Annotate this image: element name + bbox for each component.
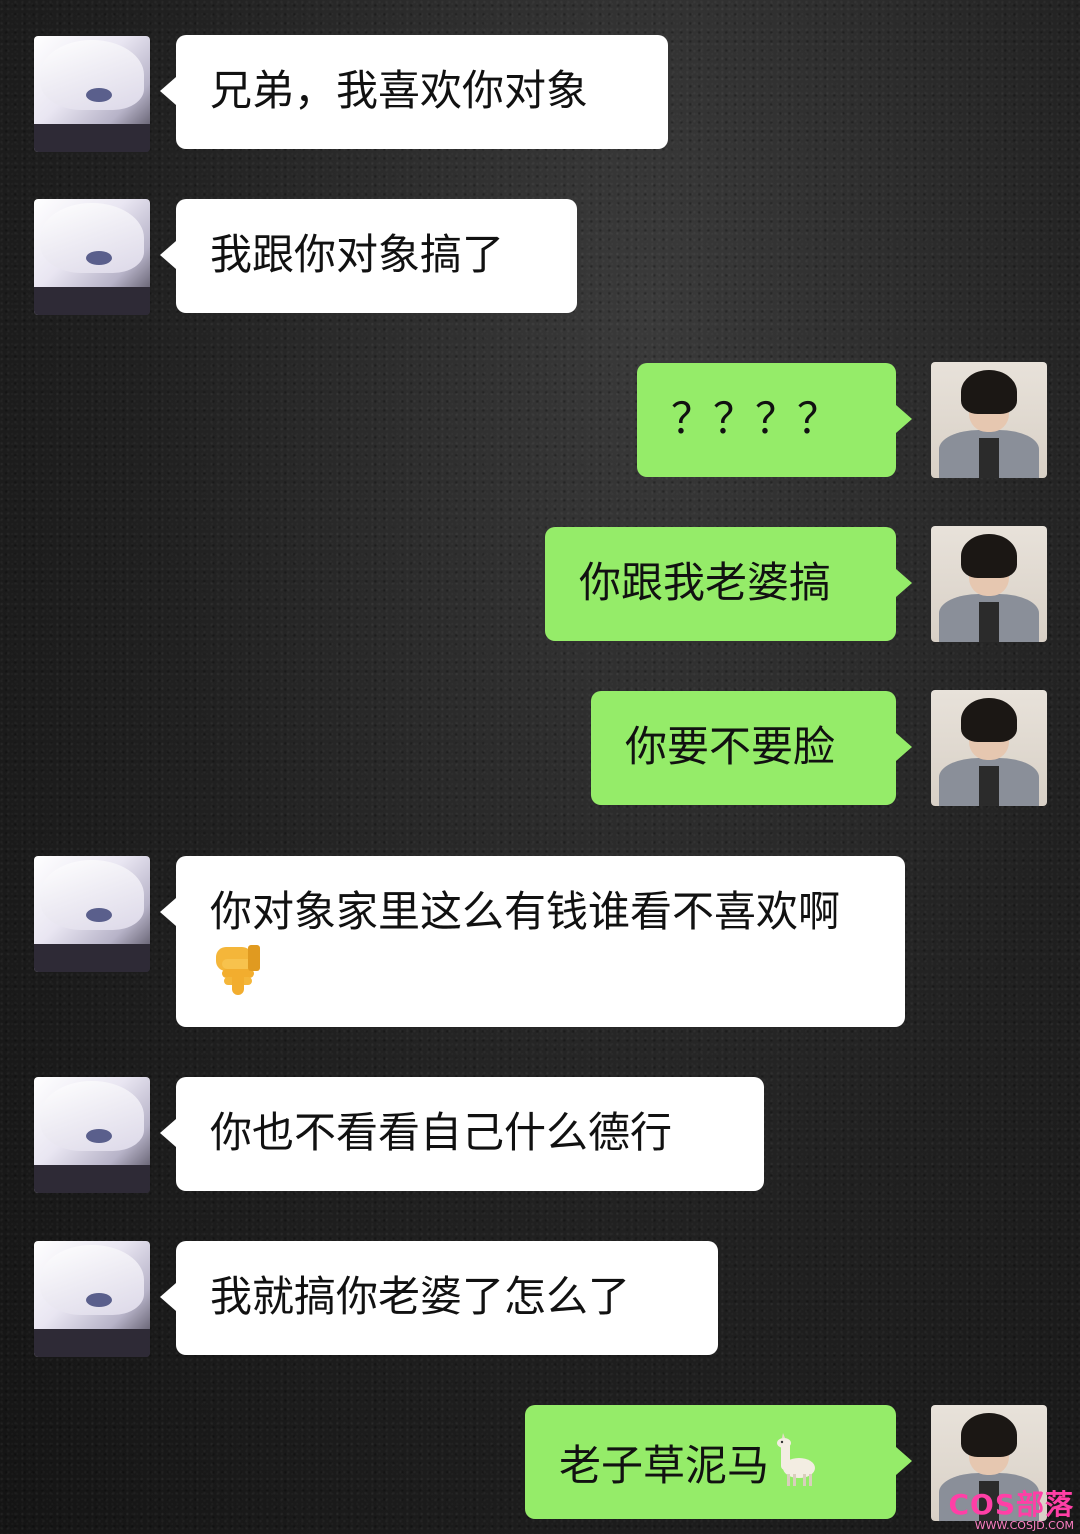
message-text: 我就搞你老婆了怎么了	[210, 1272, 631, 1321]
avatar-eye	[86, 251, 112, 265]
message-text: 兄弟，我喜欢你对象	[210, 66, 589, 115]
message-text: 你对象家里这么有钱谁看不喜欢啊	[210, 887, 841, 936]
avatar-eye	[86, 1293, 112, 1307]
message-bubble-outgoing[interactable]: 你要不要脸	[591, 691, 912, 805]
avatar-collar	[34, 1165, 150, 1193]
avatar-eye	[86, 88, 112, 102]
contact-avatar[interactable]	[34, 36, 150, 152]
avatar-collar	[34, 1329, 150, 1357]
avatar-hair	[961, 534, 1017, 578]
message-text: 老子草泥马	[559, 1441, 770, 1490]
message-bubble-incoming[interactable]: 我就搞你老婆了怎么了	[160, 1241, 718, 1355]
contact-avatar[interactable]	[34, 1241, 150, 1357]
avatar-hair	[961, 698, 1017, 742]
message-bubble-outgoing[interactable]: ？？？？	[637, 363, 912, 477]
contact-avatar[interactable]	[34, 199, 150, 315]
user-avatar[interactable]	[931, 362, 1047, 478]
watermark-title: COS部落	[948, 1488, 1074, 1521]
watermark-url: WWW.COSJD.COM	[974, 1519, 1074, 1532]
message-bubble-incoming[interactable]: 你对象家里这么有钱谁看不喜欢啊	[160, 856, 905, 1027]
watermark: COS部落 WWW.COSJD.COM	[948, 1490, 1074, 1532]
message-bubble-outgoing[interactable]: 你跟我老婆搞	[545, 527, 912, 641]
contact-avatar[interactable]	[34, 856, 150, 972]
message-text: 我跟你对象搞了	[210, 230, 505, 279]
avatar-shirt	[979, 602, 999, 642]
message-bubble-incoming[interactable]: 你也不看看自己什么德行	[160, 1077, 764, 1191]
avatar-eye	[86, 908, 112, 922]
contact-avatar[interactable]	[34, 1077, 150, 1193]
message-text: ？？？？	[671, 394, 840, 443]
avatar-shirt	[979, 438, 999, 478]
thumbs-down-icon	[210, 941, 266, 1012]
avatar-collar	[34, 944, 150, 972]
message-bubble-outgoing[interactable]: 老子草泥马	[525, 1405, 912, 1519]
message-text: 你要不要脸	[625, 722, 836, 771]
avatar-shirt	[979, 766, 999, 806]
user-avatar[interactable]	[931, 526, 1047, 642]
avatar-collar	[34, 124, 150, 152]
avatar-collar	[34, 287, 150, 315]
avatar-hair	[961, 370, 1017, 414]
avatar-eye	[86, 1129, 112, 1143]
user-avatar[interactable]	[931, 690, 1047, 806]
message-bubble-incoming[interactable]: 兄弟，我喜欢你对象	[160, 35, 668, 149]
llama-icon	[769, 1432, 825, 1503]
message-bubble-incoming[interactable]: 我跟你对象搞了	[160, 199, 577, 313]
message-text: 你跟我老婆搞	[579, 558, 832, 607]
avatar-hair	[961, 1413, 1017, 1457]
message-text: 你也不看看自己什么德行	[210, 1108, 673, 1157]
